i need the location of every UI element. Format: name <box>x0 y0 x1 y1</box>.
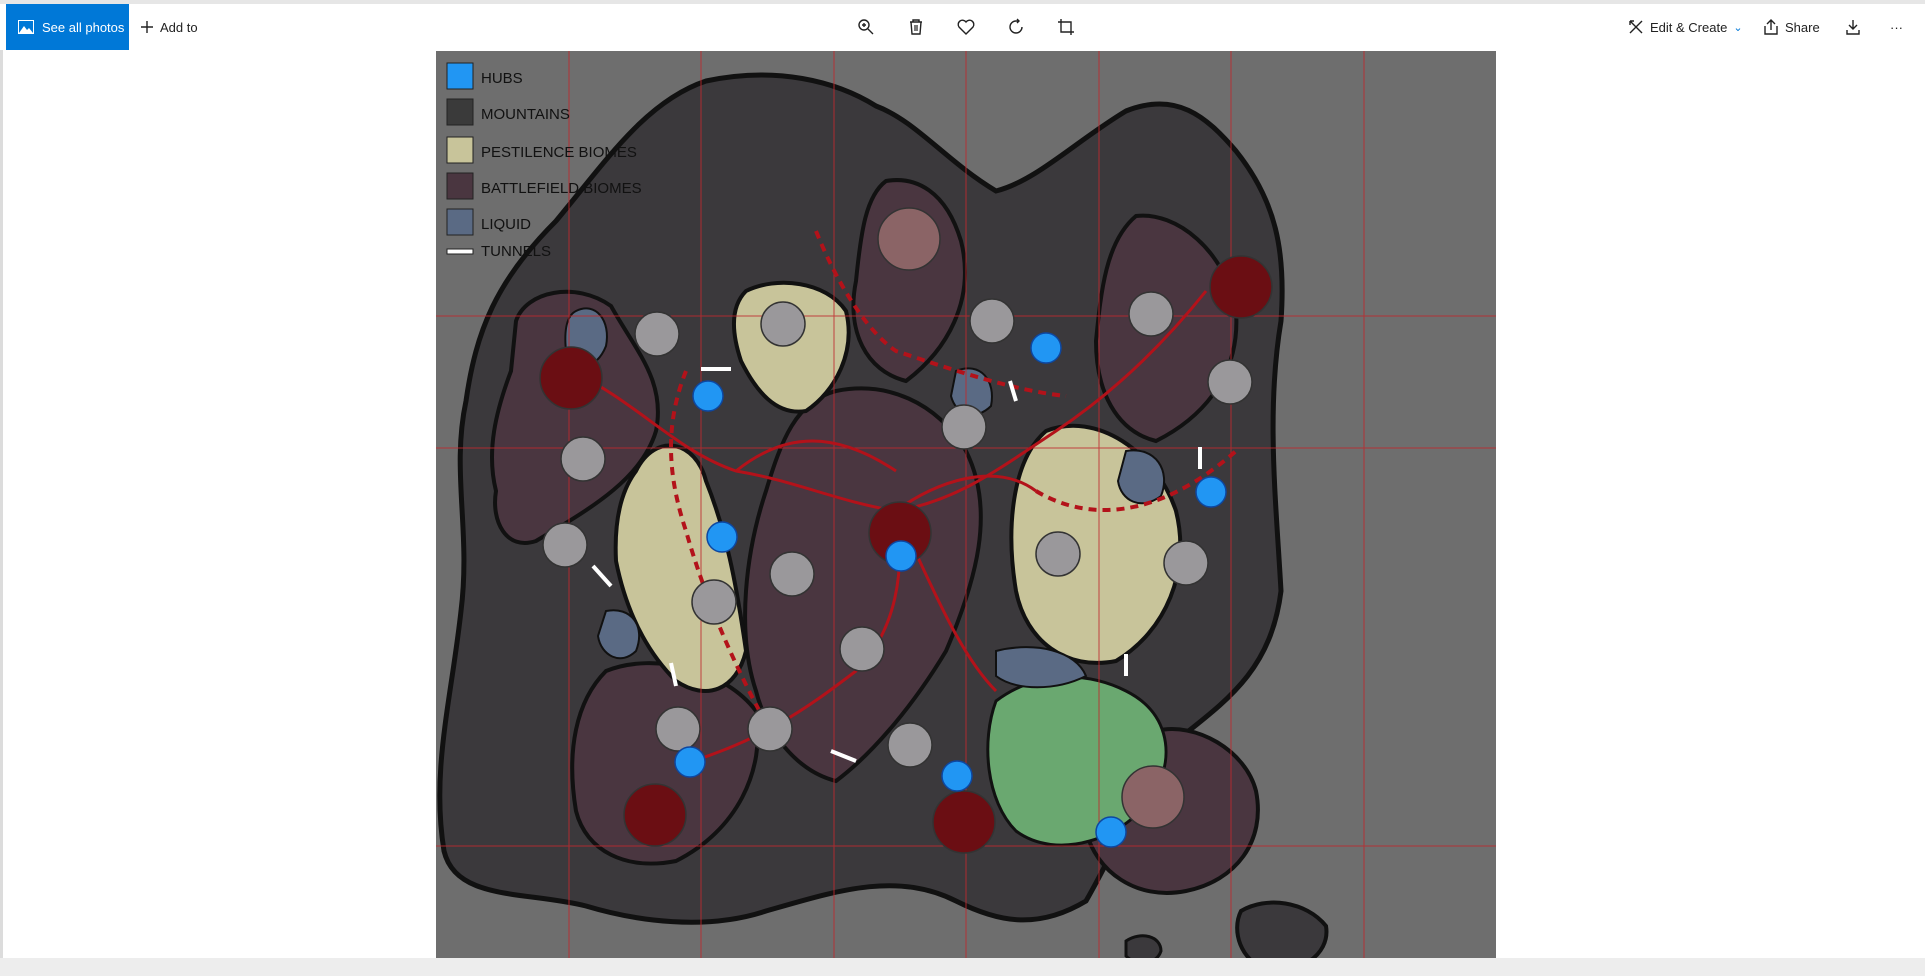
rotate-button[interactable] <box>1001 12 1031 42</box>
add-to-button[interactable]: Add to <box>140 4 198 50</box>
edit-create-button[interactable]: Edit & Create ⌄ <box>1628 4 1743 50</box>
legend-swatch-tunnels <box>446 248 474 255</box>
map-image: HUBS MOUNTAINS PESTILENCE BIOMES BATTLEF… <box>436 51 1496 976</box>
legend-label-tunnels: TUNNELS <box>481 243 551 260</box>
window-bottom-edge <box>0 958 1925 976</box>
see-all-photos-label: See all photos <box>42 19 125 35</box>
rotate-icon <box>1009 18 1023 34</box>
print-button[interactable] <box>1845 4 1861 50</box>
more-icon: ··· <box>1890 19 1903 35</box>
zoom-icon <box>858 19 874 35</box>
plus-icon <box>141 21 153 33</box>
legend-swatch-pestilence <box>446 136 474 164</box>
legend-label-liquid: LIQUID <box>481 216 531 233</box>
legend-swatch-battlefield <box>446 172 474 200</box>
edit-create-label: Edit & Create <box>1650 19 1728 35</box>
legend-swatch-liquid <box>446 208 474 236</box>
legend-label-pestilence: PESTILENCE BIOMES <box>481 144 637 161</box>
heart-icon <box>957 19 975 35</box>
add-to-label: Add to <box>160 19 198 35</box>
share-label: Share <box>1785 19 1820 35</box>
edit-create-icon <box>1629 20 1643 34</box>
see-all-photos-button[interactable]: See all photos <box>6 4 129 50</box>
window-left-edge <box>0 50 3 970</box>
chevron-down-icon: ⌄ <box>1733 21 1743 34</box>
photo-canvas[interactable]: HUBS MOUNTAINS PESTILENCE BIOMES BATTLEF… <box>436 51 1496 976</box>
crop-icon <box>1058 19 1074 35</box>
legend-label-hubs: HUBS <box>481 70 523 87</box>
legend-label-mountains: MOUNTAINS <box>481 106 570 123</box>
liquid-area <box>596 609 641 660</box>
trash-icon <box>910 19 922 35</box>
photo-toolbar: See all photos Add to Edit & Create ⌄ Sh… <box>0 4 1925 50</box>
legend-swatch-hubs <box>446 62 474 90</box>
favorite-button[interactable] <box>951 12 981 42</box>
download-icon <box>1846 20 1860 35</box>
legend-swatch-mountains <box>446 98 474 126</box>
more-options-button[interactable]: ··· <box>1890 4 1903 50</box>
crop-button[interactable] <box>1051 12 1081 42</box>
photos-icon <box>18 20 34 34</box>
share-button[interactable]: Share <box>1763 4 1820 50</box>
delete-button[interactable] <box>901 12 931 42</box>
zoom-button[interactable] <box>851 12 881 42</box>
share-icon <box>1764 19 1778 35</box>
legend-label-battlefield: BATTLEFIELD BIOMES <box>481 180 642 197</box>
